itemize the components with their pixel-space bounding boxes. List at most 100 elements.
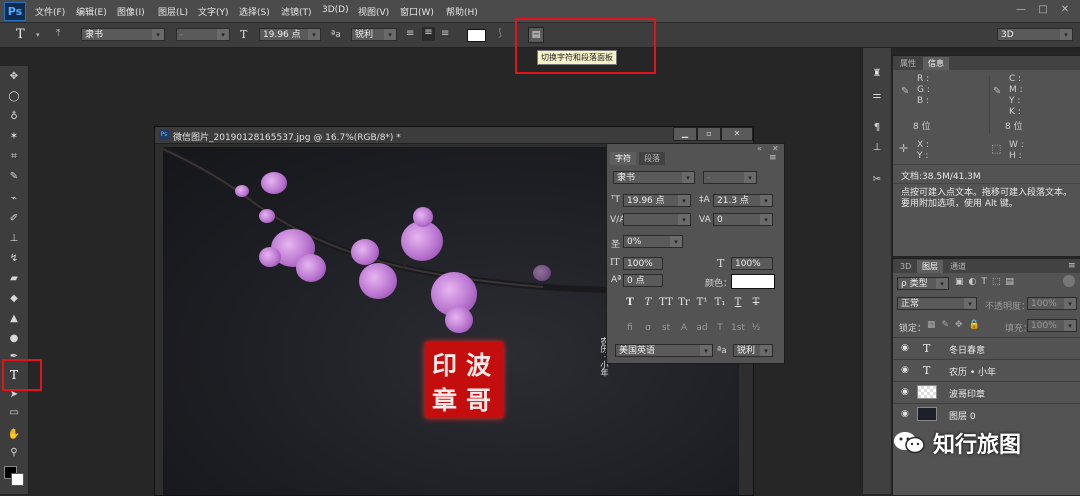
- all-caps-button[interactable]: TT: [659, 297, 673, 309]
- tools-icon[interactable]: ✂: [869, 174, 885, 188]
- dodge-tool-icon[interactable]: ●: [6, 332, 22, 346]
- tab-properties[interactable]: 属性: [895, 57, 921, 70]
- kerning-select[interactable]: ▾: [623, 213, 691, 226]
- paint-bucket-tool-icon[interactable]: ◆: [6, 292, 22, 306]
- menu-filter[interactable]: 滤镜(T): [281, 5, 312, 18]
- tab-channels[interactable]: 通道: [945, 260, 971, 273]
- superscript-button[interactable]: T¹: [695, 297, 709, 309]
- small-caps-button[interactable]: Tr: [677, 297, 691, 309]
- font-size-select[interactable]: 19.96 点 ▾: [259, 28, 321, 41]
- close-button[interactable]: ✕: [1056, 3, 1074, 17]
- doc-minimize-button[interactable]: ▁: [673, 127, 697, 141]
- contextual-alternates-button[interactable]: σ: [641, 322, 655, 334]
- text-color-swatch[interactable]: [467, 29, 486, 42]
- sliders-icon[interactable]: ⚌: [869, 90, 885, 104]
- eye-icon[interactable]: ◉: [901, 387, 909, 397]
- vertical-scale-input[interactable]: 100%: [623, 257, 663, 270]
- antialias-select[interactable]: 锐利 ▾: [351, 28, 397, 41]
- ligature-button[interactable]: ﬁ: [623, 322, 637, 334]
- panel-menu-icon[interactable]: ≡: [1068, 261, 1076, 271]
- workspace-select[interactable]: 3D ▾: [997, 28, 1073, 41]
- char-color-swatch[interactable]: [731, 274, 775, 289]
- titling-alternates-button[interactable]: T: [713, 322, 727, 334]
- crop-tool-icon[interactable]: ⌗: [6, 150, 22, 164]
- horizontal-scale-input[interactable]: 100%: [731, 257, 773, 270]
- tab-info[interactable]: 信息: [923, 57, 949, 70]
- layer-filter-icons[interactable]: ▣◐T⬚▤: [955, 277, 1019, 287]
- align-right-icon[interactable]: ≡: [441, 28, 449, 39]
- brush-tool-icon[interactable]: ✐: [6, 212, 22, 226]
- blend-mode-select[interactable]: 正常 ▾: [897, 297, 977, 310]
- tracking-select[interactable]: 0 ▾: [713, 213, 773, 226]
- subscript-button[interactable]: T₁: [713, 297, 727, 309]
- fractions-button[interactable]: ½: [749, 322, 763, 334]
- opacity-input[interactable]: 100% ▾: [1027, 297, 1077, 310]
- document-title-bar[interactable]: Ps 微信图片_20190128165537.jpg @ 16.7%(RGB/8…: [155, 127, 753, 144]
- font-style-select[interactable]: - ▾: [176, 28, 230, 41]
- stamp-icon[interactable]: ⊥: [869, 142, 885, 156]
- char-antialias-select[interactable]: 锐利 ▾: [733, 344, 773, 357]
- tab-layers[interactable]: 图层: [917, 260, 943, 273]
- move-tool-icon[interactable]: ✥: [6, 70, 22, 84]
- font-family-select[interactable]: 隶书 ▾: [81, 28, 165, 41]
- clone-stamp-tool-icon[interactable]: ⊥: [6, 232, 22, 246]
- menu-3d[interactable]: 3D(D): [322, 5, 349, 15]
- zoom-tool-icon[interactable]: ⚲: [6, 446, 22, 460]
- layer-row[interactable]: ◉ T 冬日春意: [893, 337, 1080, 359]
- panel-menu-icon[interactable]: ≡: [769, 153, 777, 163]
- doc-maximize-button[interactable]: ▫: [697, 127, 721, 141]
- strikethrough-button[interactable]: T: [749, 297, 763, 309]
- char-font-family-select[interactable]: 隶书 ▾: [613, 171, 695, 184]
- align-center-icon[interactable]: ≡: [422, 27, 435, 41]
- char-font-size-select[interactable]: 19.96 点 ▾: [623, 194, 691, 207]
- rectangle-tool-icon[interactable]: ▭: [6, 406, 22, 420]
- menu-layer[interactable]: 图层(L): [158, 5, 188, 18]
- scale-chars-select[interactable]: 0% ▾: [623, 235, 683, 248]
- eye-icon[interactable]: ◉: [901, 343, 909, 353]
- chevron-down-icon[interactable]: ▾: [36, 31, 40, 39]
- tab-character[interactable]: 字符: [610, 152, 636, 165]
- layer-row[interactable]: ◉ T 农历 • 小年: [893, 359, 1080, 381]
- layer-filter-select[interactable]: ρ 类型 ▾: [897, 277, 949, 290]
- healing-brush-tool-icon[interactable]: ⌁: [6, 192, 22, 206]
- menu-view[interactable]: 视图(V): [358, 5, 389, 18]
- filter-toggle-icon[interactable]: [1063, 275, 1075, 287]
- layer-row[interactable]: ◉ 图层 0: [893, 403, 1080, 425]
- menu-image[interactable]: 图像(I): [117, 5, 145, 18]
- paragraph-style-icon[interactable]: ¶: [869, 122, 885, 136]
- leading-select[interactable]: 21.3 点 ▾: [713, 194, 773, 207]
- menu-help[interactable]: 帮助(H): [446, 5, 478, 18]
- magic-wand-tool-icon[interactable]: ✶: [6, 130, 22, 144]
- fill-input[interactable]: 100% ▾: [1027, 319, 1077, 332]
- menu-select[interactable]: 选择(S): [239, 5, 270, 18]
- char-font-style-select[interactable]: - ▾: [703, 171, 757, 184]
- adjustments-icon[interactable]: ♜: [869, 68, 885, 82]
- menu-type[interactable]: 文字(Y): [198, 5, 229, 18]
- tab-paragraph[interactable]: 段落: [639, 152, 665, 165]
- menu-file[interactable]: 文件(F): [35, 5, 65, 18]
- type-tool-preset-icon[interactable]: T: [16, 27, 25, 42]
- discretionary-ligatures-button[interactable]: st: [659, 322, 673, 334]
- faux-italic-button[interactable]: T: [641, 297, 655, 309]
- warp-text-icon[interactable]: ⟆: [498, 28, 502, 39]
- stylistic-alternates-button[interactable]: ad: [695, 322, 709, 334]
- maximize-button[interactable]: □: [1034, 3, 1052, 17]
- background-color-swatch[interactable]: [11, 473, 24, 486]
- language-select[interactable]: 美国英语 ▾: [615, 344, 713, 357]
- menu-window[interactable]: 窗口(W): [400, 5, 434, 18]
- faux-bold-button[interactable]: T: [623, 297, 637, 309]
- ordinals-button[interactable]: 1st: [731, 322, 745, 334]
- history-brush-tool-icon[interactable]: ↯: [6, 252, 22, 266]
- orientation-toggle-icon[interactable]: ⤒: [56, 28, 60, 39]
- align-left-icon[interactable]: ≡: [406, 28, 414, 39]
- minimize-button[interactable]: —: [1012, 3, 1030, 17]
- panel-collapse-icon[interactable]: «: [757, 144, 762, 153]
- baseline-shift-input[interactable]: 0 点: [623, 274, 663, 287]
- underline-button[interactable]: T: [731, 297, 745, 309]
- menu-edit[interactable]: 编辑(E): [76, 5, 107, 18]
- eye-icon[interactable]: ◉: [901, 409, 909, 419]
- tab-3d[interactable]: 3D: [895, 260, 917, 273]
- eraser-tool-icon[interactable]: ▰: [6, 272, 22, 286]
- marquee-tool-icon[interactable]: ◯: [6, 90, 22, 104]
- doc-close-button[interactable]: ✕: [721, 127, 753, 141]
